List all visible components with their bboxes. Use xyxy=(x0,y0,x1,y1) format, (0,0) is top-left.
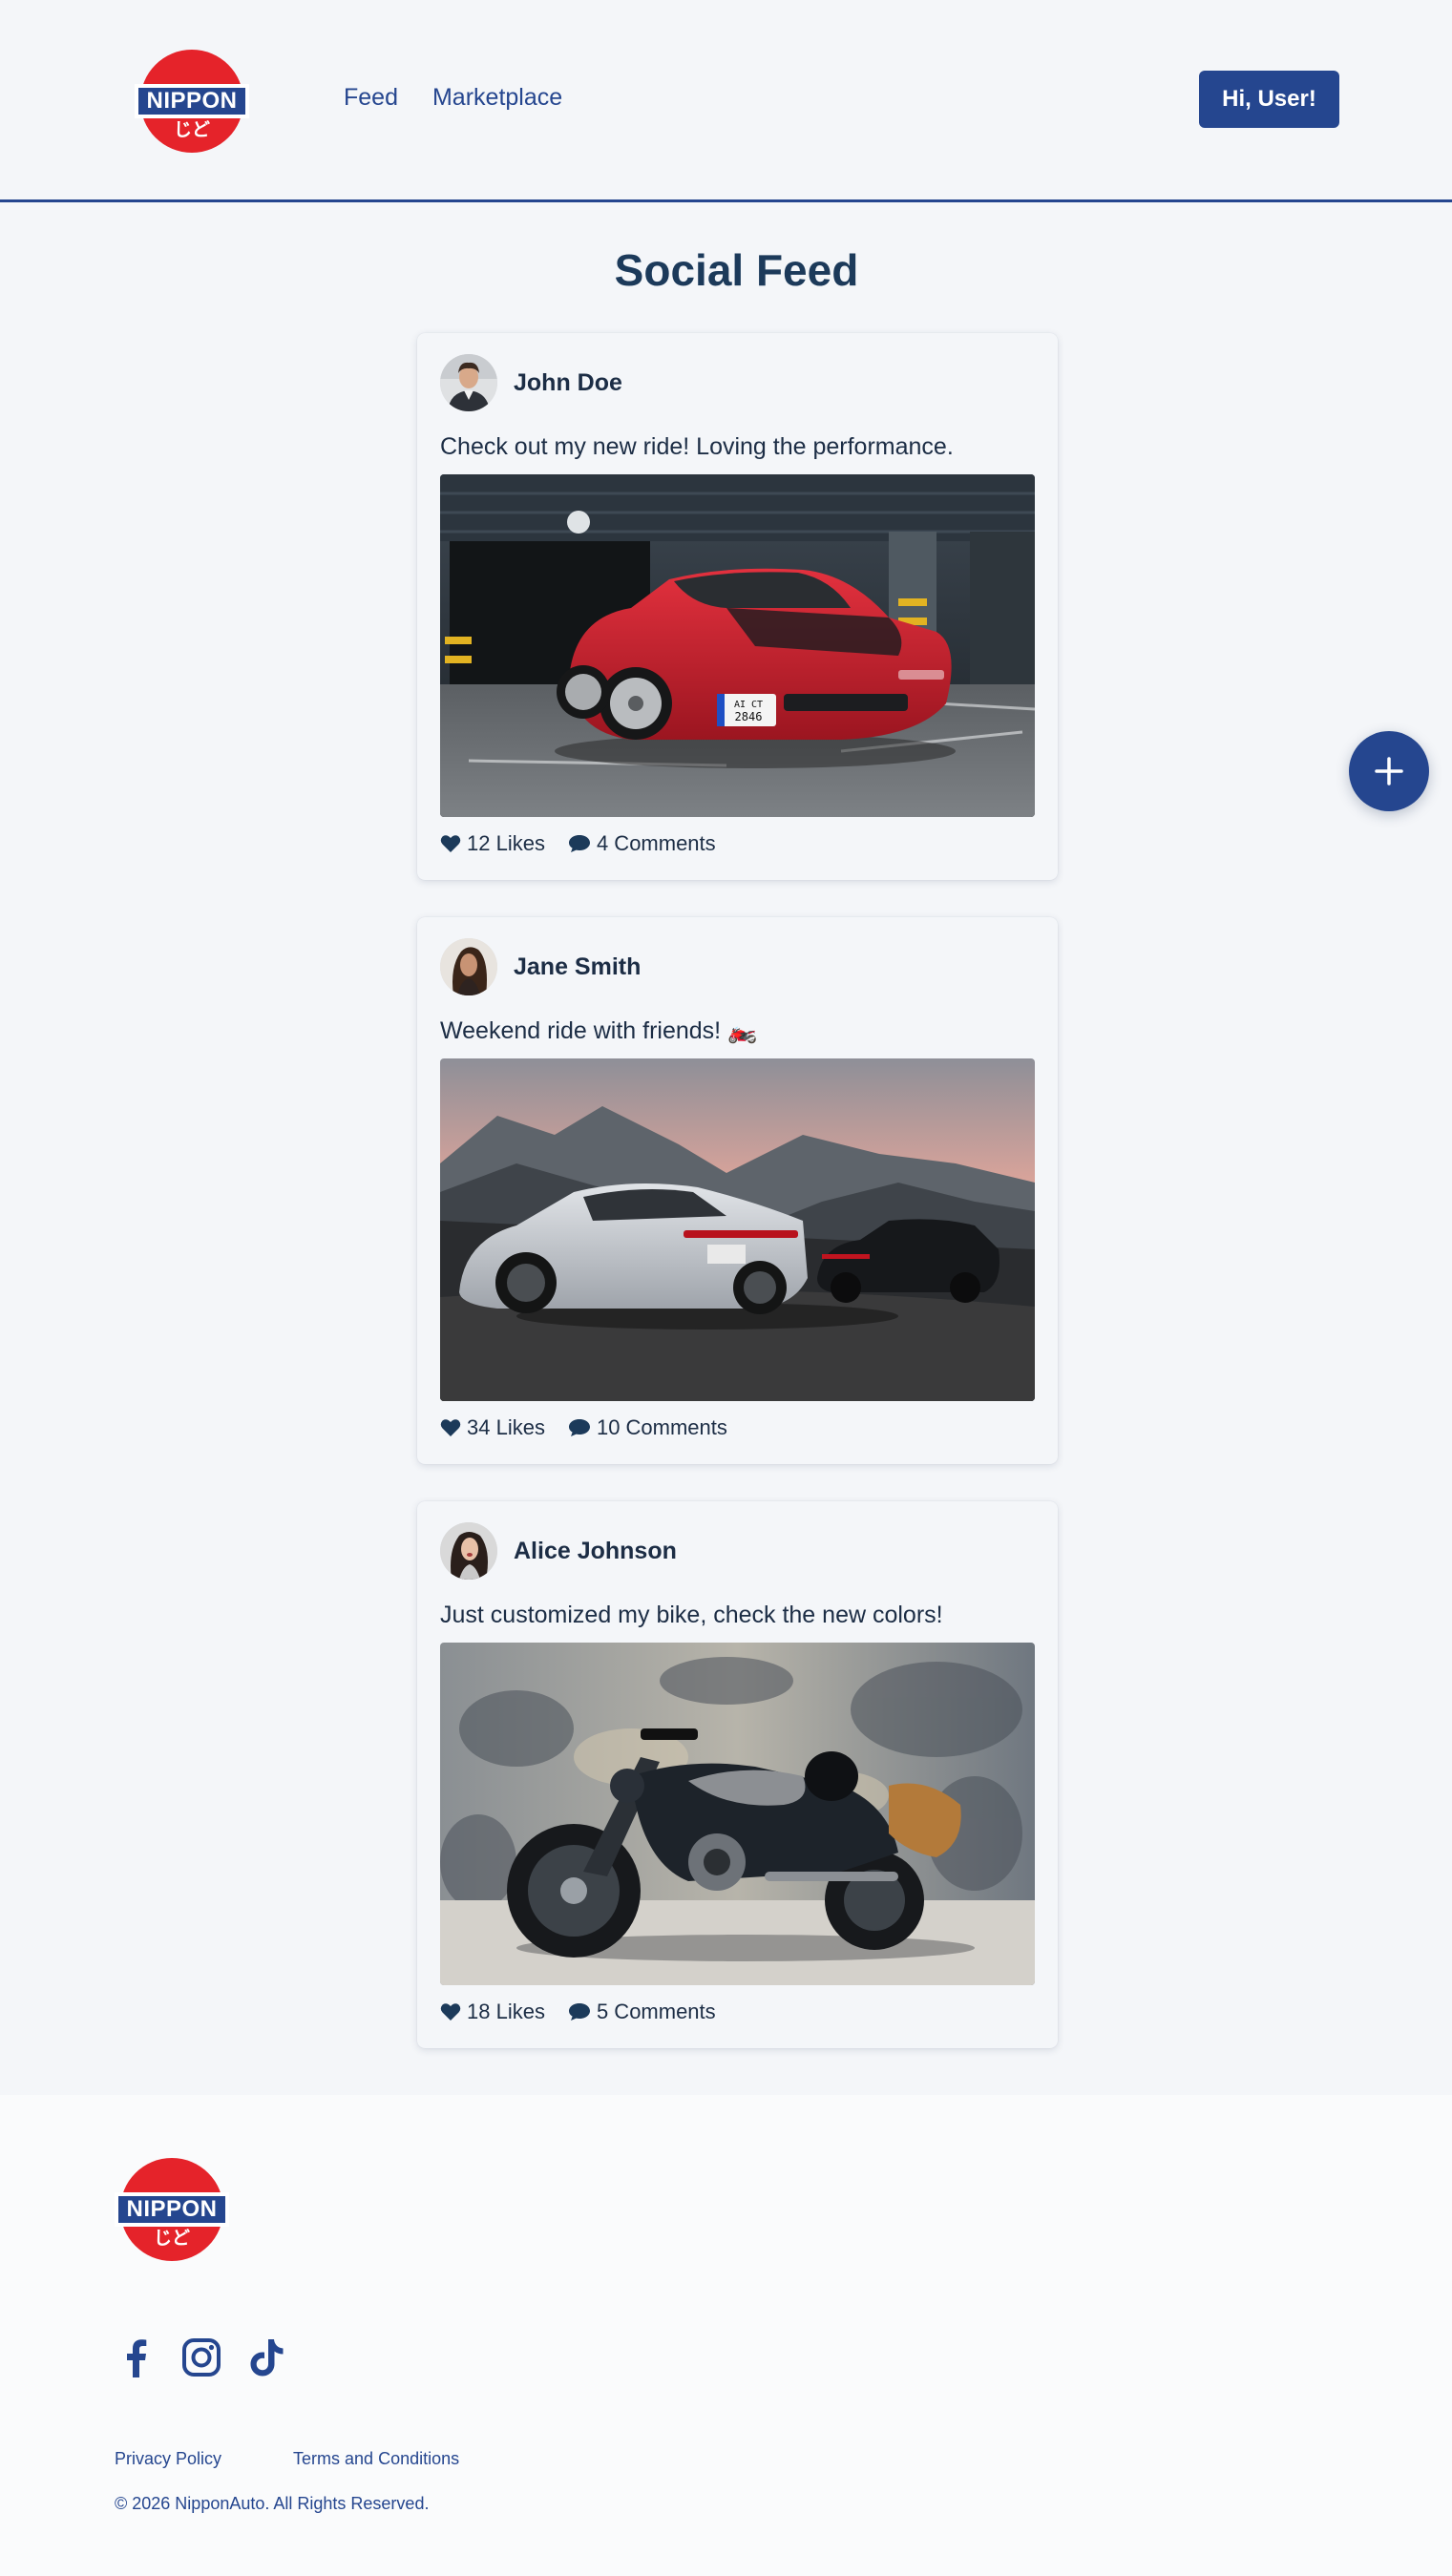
avatar[interactable] xyxy=(440,938,497,995)
page-title: Social Feed xyxy=(614,245,859,295)
post-image[interactable] xyxy=(440,1643,1035,1985)
comments-count: 10 Comments xyxy=(596,1415,727,1439)
post-caption: Just customized my bike, check the new c… xyxy=(440,1602,943,1628)
post-card: Jane Smith Weekend ride with friends! 🏍️ xyxy=(417,917,1058,1464)
comments-button[interactable]: 4 Comments xyxy=(568,831,716,856)
post-stats: 18 Likes 5 Comments xyxy=(440,2000,716,2024)
social-links xyxy=(115,2335,288,2379)
logo-wordmark: NIPPON xyxy=(138,88,245,115)
nippon-logo[interactable]: NIPPON じど xyxy=(135,50,249,153)
nav-item-feed[interactable]: Feed xyxy=(344,84,398,112)
like-button[interactable]: 34 Likes xyxy=(440,1415,545,1440)
terms-link[interactable]: Terms and Conditions xyxy=(293,2449,459,2469)
svg-text:2846: 2846 xyxy=(735,710,763,723)
user-greeting-button[interactable]: Hi, User! xyxy=(1199,71,1339,128)
avatar-photo xyxy=(440,354,497,411)
avatar[interactable] xyxy=(440,354,497,411)
post-image[interactable] xyxy=(440,1058,1035,1401)
logo-kana: じど xyxy=(153,2229,190,2249)
heart-icon xyxy=(440,1419,461,1436)
custom-motorcycle-photo xyxy=(440,1643,1035,1985)
avatar-photo xyxy=(440,938,497,995)
create-post-button[interactable] xyxy=(1349,731,1429,811)
post-author-name[interactable]: Jane Smith xyxy=(514,953,641,981)
comments-button[interactable]: 5 Comments xyxy=(568,2000,716,2024)
nav-item-marketplace[interactable]: Marketplace xyxy=(432,84,562,112)
post-stats: 34 Likes 10 Comments xyxy=(440,1415,727,1440)
main-nav: Feed Marketplace xyxy=(344,84,562,112)
site-header: NIPPON じど Feed Marketplace Hi, User! xyxy=(0,0,1452,202)
footer-logo[interactable]: NIPPON じど xyxy=(115,2158,229,2261)
privacy-policy-link[interactable]: Privacy Policy xyxy=(115,2449,221,2469)
plus-icon xyxy=(1375,757,1403,785)
footer-links: Privacy Policy Terms and Conditions xyxy=(115,2449,459,2469)
post-image[interactable]: AI CT 2846 xyxy=(440,474,1035,817)
likes-count: 12 Likes xyxy=(467,831,545,855)
two-cars-mountains-photo xyxy=(440,1058,1035,1401)
post-card: John Doe Check out my new ride! Loving t… xyxy=(417,333,1058,880)
comment-icon xyxy=(568,1419,590,1436)
likes-count: 18 Likes xyxy=(467,2000,545,2023)
logo-wordmark: NIPPON xyxy=(118,2196,225,2223)
instagram-icon[interactable] xyxy=(179,2335,223,2379)
post-stats: 12 Likes 4 Comments xyxy=(440,831,716,856)
post-caption: Weekend ride with friends! 🏍️ xyxy=(440,1017,758,1044)
post-author-name[interactable]: Alice Johnson xyxy=(514,1538,677,1565)
comments-count: 5 Comments xyxy=(596,2000,716,2023)
heart-icon xyxy=(440,835,461,852)
comments-count: 4 Comments xyxy=(596,831,716,855)
post-card: Alice Johnson Just customized my bike, c… xyxy=(417,1501,1058,2048)
tiktok-icon[interactable] xyxy=(244,2335,288,2379)
copyright-text: © 2026 NipponAuto. All Rights Reserved. xyxy=(115,2494,430,2513)
comment-icon xyxy=(568,2003,590,2021)
like-button[interactable]: 18 Likes xyxy=(440,2000,545,2024)
likes-count: 34 Likes xyxy=(467,1415,545,1439)
post-caption: Check out my new ride! Loving the perfor… xyxy=(440,433,954,460)
post-author-name[interactable]: John Doe xyxy=(514,369,622,397)
avatar[interactable] xyxy=(440,1522,497,1580)
avatar-photo xyxy=(440,1522,497,1580)
site-footer: NIPPON じど Privacy Policy Terms and Condi… xyxy=(0,2095,1452,2576)
comment-icon xyxy=(568,835,590,852)
comments-button[interactable]: 10 Comments xyxy=(568,1415,727,1440)
svg-text:AI CT: AI CT xyxy=(734,700,763,710)
logo-kana: じど xyxy=(173,120,210,140)
facebook-icon[interactable] xyxy=(115,2335,158,2379)
red-sports-car-photo: AI CT 2846 xyxy=(440,474,1035,817)
like-button[interactable]: 12 Likes xyxy=(440,831,545,856)
heart-icon xyxy=(440,2003,461,2021)
